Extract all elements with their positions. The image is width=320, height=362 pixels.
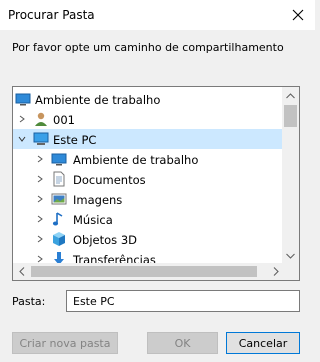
tree-item-desktop-root[interactable]: Ambiente de trabalho <box>13 89 284 109</box>
pictures-icon <box>51 193 67 205</box>
tree-item-label: Documentos <box>73 173 146 187</box>
scroll-up-button[interactable] <box>282 87 299 104</box>
chevron-right-icon[interactable] <box>17 109 27 129</box>
tree-item-label: Ambiente de trabalho <box>35 93 161 107</box>
scrollbar-corner <box>282 263 299 280</box>
tree-item-user[interactable]: 001 <box>13 109 284 129</box>
chevron-right-icon[interactable] <box>35 149 45 169</box>
3d-objects-icon <box>53 232 65 246</box>
folder-label: Pasta: <box>12 295 46 308</box>
tree-item-label: Música <box>73 213 113 227</box>
chevron-down-icon <box>286 253 295 259</box>
horizontal-scrollbar[interactable] <box>13 263 284 280</box>
tree-item-label: Imagens <box>73 193 123 207</box>
desktop-icon <box>15 93 31 106</box>
documents-icon <box>53 171 65 187</box>
tree-item-documents[interactable]: Documentos <box>13 169 284 189</box>
close-icon <box>292 9 304 21</box>
new-folder-button[interactable]: Criar nova pasta <box>12 332 118 354</box>
chevron-right-icon[interactable] <box>35 209 45 229</box>
chevron-down-icon[interactable] <box>17 129 27 149</box>
tree-item-music[interactable]: Música <box>13 209 284 229</box>
cancel-button[interactable]: Cancelar <box>226 332 300 354</box>
chevron-right-icon[interactable] <box>35 189 45 209</box>
tree-item-label: 001 <box>53 113 75 127</box>
close-button[interactable] <box>281 0 315 30</box>
music-icon <box>52 212 63 226</box>
vertical-scrollbar[interactable] <box>282 87 299 264</box>
tree-item-this-pc[interactable]: Este PC <box>13 129 284 149</box>
horizontal-scroll-thumb[interactable] <box>31 266 257 277</box>
chevron-right-icon[interactable] <box>35 169 45 189</box>
instruction-text: Por favor opte um caminho de compartilha… <box>12 41 284 54</box>
chevron-right-icon <box>273 267 279 276</box>
tree-item-label: Objetos 3D <box>73 233 137 247</box>
chevron-right-icon[interactable] <box>35 229 45 249</box>
tree-item-label: Ambiente de trabalho <box>73 153 199 167</box>
title-bar: Procurar Pasta <box>0 0 315 30</box>
chevron-left-icon <box>18 267 24 276</box>
dialog-title: Procurar Pasta <box>8 8 95 22</box>
computer-icon <box>33 132 49 145</box>
ok-button[interactable]: OK <box>147 332 218 354</box>
scroll-down-button[interactable] <box>282 247 299 264</box>
desktop-icon <box>51 153 67 166</box>
user-icon <box>35 112 47 126</box>
scroll-left-button[interactable] <box>13 263 30 280</box>
tree-item-desktop[interactable]: Ambiente de trabalho <box>13 149 284 169</box>
chevron-up-icon <box>286 92 295 98</box>
tree-rows: Ambiente de trabalho 001 Este PC Ambient… <box>13 87 284 267</box>
folder-field[interactable] <box>66 290 300 312</box>
tree-item-3d-objects[interactable]: Objetos 3D <box>13 229 284 249</box>
folder-tree[interactable]: Ambiente de trabalho 001 Este PC Ambient… <box>12 86 300 281</box>
tree-item-pictures[interactable]: Imagens <box>13 189 284 209</box>
vertical-scroll-thumb[interactable] <box>284 105 297 127</box>
tree-item-label: Este PC <box>53 133 97 147</box>
